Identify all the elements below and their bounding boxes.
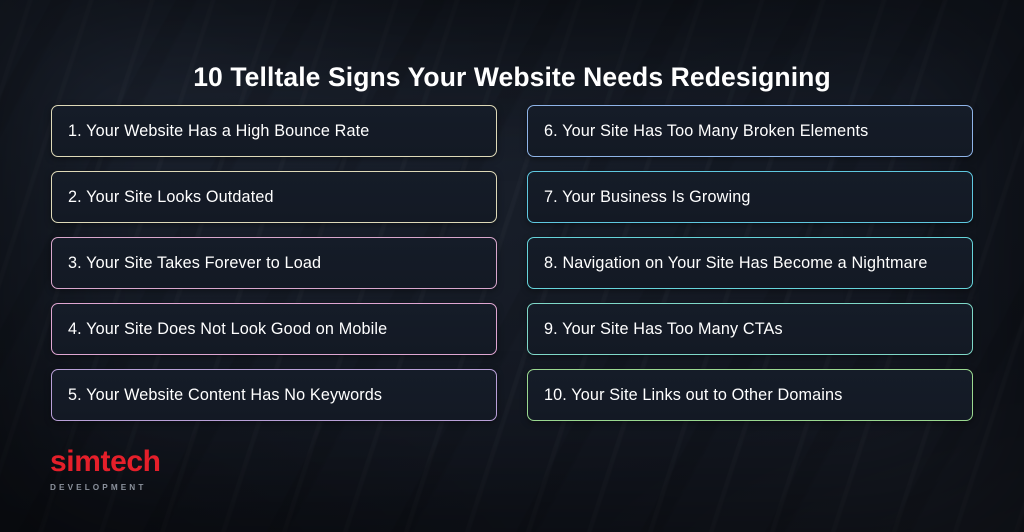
sign-card-3[interactable]: 3. Your Site Takes Forever to Load	[51, 237, 497, 289]
sign-card-4[interactable]: 4. Your Site Does Not Look Good on Mobil…	[51, 303, 497, 355]
slide-canvas: 10 Telltale Signs Your Website Needs Red…	[0, 0, 1024, 532]
sign-label-8: 8. Navigation on Your Site Has Become a …	[544, 253, 928, 272]
sign-card-9[interactable]: 9. Your Site Has Too Many CTAs	[527, 303, 973, 355]
sign-card-2[interactable]: 2. Your Site Looks Outdated	[51, 171, 497, 223]
sign-label-5: 5. Your Website Content Has No Keywords	[68, 385, 383, 404]
signs-grid: 1. Your Website Has a High Bounce Rate 6…	[51, 105, 973, 421]
page-title: 10 Telltale Signs Your Website Needs Red…	[193, 61, 831, 92]
logo-tagline: DEVELOPMENT	[50, 483, 147, 492]
sign-label-2: 2. Your Site Looks Outdated	[68, 187, 274, 206]
sign-label-4: 4. Your Site Does Not Look Good on Mobil…	[68, 319, 388, 338]
sign-card-7[interactable]: 7. Your Business Is Growing	[527, 171, 973, 223]
sign-card-6[interactable]: 6. Your Site Has Too Many Broken Element…	[527, 105, 973, 157]
sign-card-1[interactable]: 1. Your Website Has a High Bounce Rate	[51, 105, 497, 157]
sign-label-10: 10. Your Site Links out to Other Domains	[544, 385, 843, 404]
sign-label-1: 1. Your Website Has a High Bounce Rate	[68, 121, 370, 140]
sign-label-7: 7. Your Business Is Growing	[544, 187, 751, 206]
sign-label-9: 9. Your Site Has Too Many CTAs	[544, 319, 783, 338]
sign-card-5[interactable]: 5. Your Website Content Has No Keywords	[51, 369, 497, 421]
sign-label-3: 3. Your Site Takes Forever to Load	[68, 253, 322, 272]
sign-card-8[interactable]: 8. Navigation on Your Site Has Become a …	[527, 237, 973, 289]
logo-wordmark: simtech	[50, 445, 161, 478]
sign-label-6: 6. Your Site Has Too Many Broken Element…	[544, 121, 869, 140]
sign-card-10[interactable]: 10. Your Site Links out to Other Domains	[527, 369, 973, 421]
simtech-logo[interactable]: simtech DEVELOPMENT	[50, 445, 161, 493]
slide-content: 10 Telltale Signs Your Website Needs Red…	[0, 0, 1024, 532]
